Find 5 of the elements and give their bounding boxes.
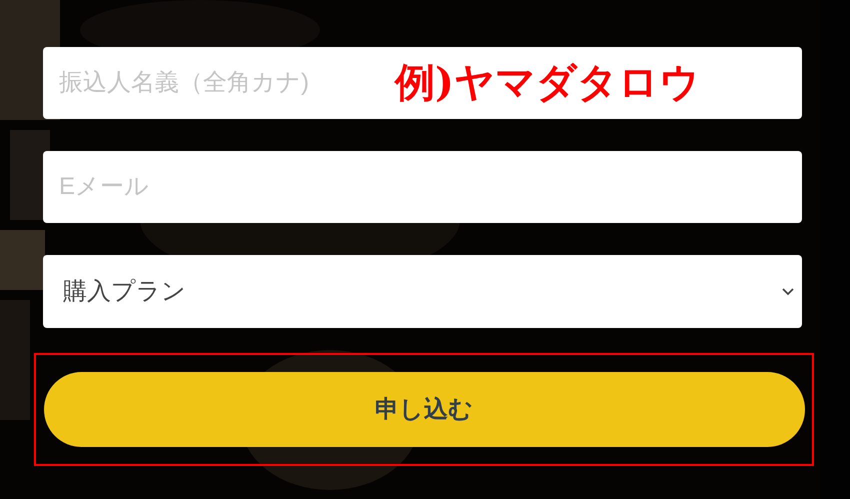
chevron-down-icon xyxy=(782,288,794,296)
example-note: 例)ヤマダタロウ xyxy=(395,58,700,108)
input-field[interactable]: Eメール xyxy=(43,151,802,223)
submit-button[interactable]: 申し込む xyxy=(44,372,804,447)
plan-select[interactable]: 購入プラン xyxy=(43,255,802,328)
